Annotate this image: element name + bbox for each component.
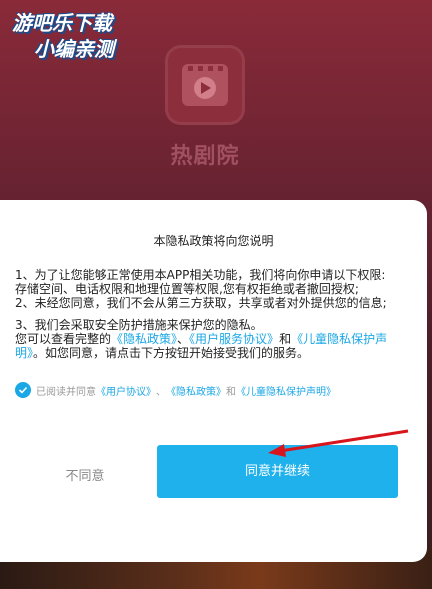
decline-button[interactable]: 不同意 [35, 462, 135, 492]
privacy-dialog: 本隐私政策将向您说明 1、为了让您能够正常使用本APP相关功能，我们将向你申请以… [0, 200, 427, 562]
agree-and: 和 [226, 386, 236, 398]
red-arrow-annotation [268, 429, 409, 457]
para4-sep: 、 [177, 332, 190, 346]
privacy-policy-link[interactable]: 《隐私政策》 [111, 332, 177, 346]
agree-user-agreement-link[interactable]: 《用户协议》 [96, 383, 156, 398]
dialog-title: 本隐私政策将向您说明 [153, 234, 274, 248]
app-name: 热剧院 [170, 144, 240, 169]
agree-prefix: 已阅读并同意 [36, 386, 96, 398]
agree-child-privacy-link[interactable]: 《儿童隐私保护声明》 [236, 383, 336, 398]
agree-row: 已阅读并同意 《用户协议》 、 《隐私政策》 和 《儿童隐私保护声明》 [15, 382, 336, 398]
policy-para-4: 您可以查看完整的《隐私政策》、《用户服务协议》和《儿童隐私保护声明》。如您同意，… [15, 332, 399, 360]
user-service-link[interactable]: 《用户服务协议》 [189, 332, 279, 346]
watermark: 游吧乐下载 小编亲测 [12, 10, 144, 62]
para4-and: 和 [279, 332, 292, 346]
app-icon [165, 45, 245, 125]
policy-para-1: 1、为了让您能够正常使用本APP相关功能，我们将向你申请以下权限: 存储空间、电… [15, 268, 386, 296]
video-play-icon [182, 64, 228, 106]
checkmark-icon[interactable] [15, 382, 31, 398]
para4-prefix: 您可以查看完整的 [15, 332, 112, 346]
watermark-line2: 小编亲测 [34, 37, 114, 61]
policy-para-2: 2、未经您同意，我们不会从第三方获取，共享或者对外提供您的信息; [15, 296, 387, 310]
policy-para-3: 3、我们会采取安全防护措施来保护您的隐私。 [15, 318, 263, 332]
dialog-body: 1、为了让您能够正常使用本APP相关功能，我们将向你申请以下权限: 存储空间、电… [15, 268, 399, 360]
para4-suffix: 。如您同意，请点击下方按钮开始接受我们的服务。 [33, 346, 310, 360]
watermark-line1: 游吧乐下载 [12, 11, 112, 35]
agree-sep: 、 [156, 386, 166, 398]
agree-privacy-policy-link[interactable]: 《隐私政策》 [166, 383, 226, 398]
